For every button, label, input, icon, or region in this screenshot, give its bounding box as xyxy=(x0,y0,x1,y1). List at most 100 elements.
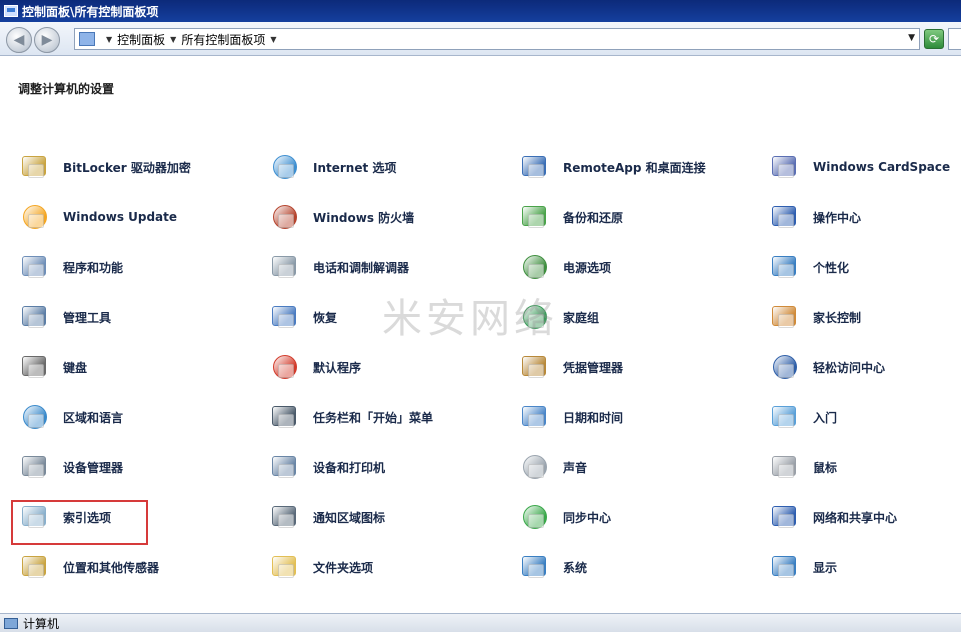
control-panel-item-label: 鼠标 xyxy=(813,460,838,475)
control-panel-item-label: Internet 选项 xyxy=(313,160,397,175)
control-panel-item[interactable]: 声音 xyxy=(518,447,758,487)
region-language-icon xyxy=(18,400,52,434)
sound-speaker-icon xyxy=(518,450,552,484)
control-panel-item[interactable]: 个性化 xyxy=(768,247,961,287)
chevron-down-icon[interactable]: ▼ xyxy=(106,35,112,44)
control-panel-item[interactable]: 电源选项 xyxy=(518,247,758,287)
control-panel-item[interactable]: 键盘 xyxy=(18,347,258,387)
ease-of-access-icon xyxy=(768,350,802,384)
control-panel-item-label: 任务栏和「开始」菜单 xyxy=(313,410,434,425)
control-panel-item[interactable]: RemoteApp 和桌面连接 xyxy=(518,147,758,187)
control-panel-item-label: Windows 防火墙 xyxy=(313,210,415,225)
control-panel-item[interactable]: 家庭组 xyxy=(518,297,758,337)
control-panel-item-label: 家长控制 xyxy=(813,310,862,325)
default-programs-icon xyxy=(268,350,302,384)
control-panel-item-label: 入门 xyxy=(813,410,838,425)
power-options-icon xyxy=(518,250,552,284)
control-panel-item[interactable]: 显示 xyxy=(768,547,961,587)
control-panel-item[interactable]: 程序和功能 xyxy=(18,247,258,287)
control-panel-item[interactable]: 系统 xyxy=(518,547,758,587)
notification-area-icon xyxy=(268,500,302,534)
content-pane: 调整计算机的设置 BitLocker 驱动器加密 Internet 选项 Remot… xyxy=(0,57,961,613)
control-panel-item-label: 程序和功能 xyxy=(63,260,124,275)
cardspace-icon xyxy=(768,150,802,184)
control-panel-item-label: 操作中心 xyxy=(813,210,862,225)
control-panel-item[interactable]: 设备管理器 xyxy=(18,447,258,487)
display-icon xyxy=(768,550,802,584)
date-time-icon xyxy=(518,400,552,434)
status-bar: 计算机 xyxy=(0,613,961,632)
chevron-down-icon[interactable]: ▼ xyxy=(270,35,276,44)
globe-checklist-icon xyxy=(268,150,302,184)
address-dropdown-button[interactable]: ▼ xyxy=(908,33,915,43)
control-panel-item-label: 网络和共享中心 xyxy=(813,510,898,525)
control-panel-item-label: 设备管理器 xyxy=(63,460,124,475)
control-panel-item[interactable]: 管理工具 xyxy=(18,297,258,337)
control-panel-item[interactable]: 同步中心 xyxy=(518,497,758,537)
backup-restore-icon xyxy=(518,200,552,234)
control-panel-item[interactable]: 日期和时间 xyxy=(518,397,758,437)
back-button[interactable]: ◀ xyxy=(6,27,32,53)
remote-desktop-icon xyxy=(518,150,552,184)
control-panel-item-label: BitLocker 驱动器加密 xyxy=(63,160,191,175)
control-panel-item[interactable]: 位置和其他传感器 xyxy=(18,547,258,587)
address-bar[interactable]: ▼ 控制面板 ▼ 所有控制面板项 ▼ ▼ xyxy=(74,28,920,50)
control-panel-item[interactable]: 网络和共享中心 xyxy=(768,497,961,537)
control-panel-item[interactable]: 电话和调制解调器 xyxy=(268,247,508,287)
control-panel-item[interactable]: 家长控制 xyxy=(768,297,961,337)
device-manager-icon xyxy=(18,450,52,484)
control-panel-item[interactable]: 恢复 xyxy=(268,297,508,337)
control-panel-item[interactable]: Internet 选项 xyxy=(268,147,508,187)
control-panel-item-label: 设备和打印机 xyxy=(313,460,386,475)
control-panel-item[interactable]: 任务栏和「开始」菜单 xyxy=(268,397,508,437)
control-panel-item[interactable]: 通知区域图标 xyxy=(268,497,508,537)
control-panel-item[interactable]: 轻松访问中心 xyxy=(768,347,961,387)
control-panel-item[interactable]: 默认程序 xyxy=(268,347,508,387)
chevron-down-icon[interactable]: ▼ xyxy=(170,35,176,44)
control-panel-item-label: 声音 xyxy=(563,460,588,475)
control-panel-item[interactable]: 区域和语言 xyxy=(18,397,258,437)
breadcrumb: ▼ 控制面板 ▼ 所有控制面板项 ▼ xyxy=(101,31,282,48)
control-panel-item[interactable]: 鼠标 xyxy=(768,447,961,487)
refresh-button[interactable]: ⟳ xyxy=(924,29,944,49)
firewall-icon xyxy=(268,200,302,234)
control-panel-item-label: 键盘 xyxy=(63,360,88,375)
control-panel-item[interactable]: BitLocker 驱动器加密 xyxy=(18,147,258,187)
recovery-icon xyxy=(268,300,302,334)
status-text: 计算机 xyxy=(23,616,60,631)
control-panel-item[interactable]: 操作中心 xyxy=(768,197,961,237)
control-panel-item-label: 默认程序 xyxy=(313,360,362,375)
control-panel-item[interactable]: 设备和打印机 xyxy=(268,447,508,487)
bitlocker-key-icon xyxy=(18,150,52,184)
sync-center-icon xyxy=(518,500,552,534)
control-panel-item[interactable]: 凭据管理器 xyxy=(518,347,758,387)
control-panel-item-label: 恢复 xyxy=(313,310,338,325)
control-panel-item[interactable]: Windows CardSpace xyxy=(768,147,961,187)
control-panel-item[interactable]: 入门 xyxy=(768,397,961,437)
control-panel-item-label: 同步中心 xyxy=(563,510,612,525)
phone-modem-icon xyxy=(268,250,302,284)
control-panel-item-label: 显示 xyxy=(813,560,838,575)
folder-options-icon xyxy=(268,550,302,584)
search-input[interactable] xyxy=(948,28,961,50)
personalization-icon xyxy=(768,250,802,284)
control-panel-item[interactable]: 备份和还原 xyxy=(518,197,758,237)
control-panel-item[interactable]: 文件夹选项 xyxy=(268,547,508,587)
breadcrumb-all-items[interactable]: 所有控制面板项 xyxy=(181,31,265,48)
control-panel-item-label: 位置和其他传感器 xyxy=(63,560,160,575)
mouse-icon xyxy=(768,450,802,484)
control-panel-item-label: 区域和语言 xyxy=(63,410,124,425)
control-panel-item-label: Windows Update xyxy=(63,210,178,224)
devices-printers-icon xyxy=(268,450,302,484)
navigation-bar: ◀ ▶ ▼ 控制面板 ▼ 所有控制面板项 ▼ ▼ ⟳ xyxy=(0,22,961,56)
programs-icon xyxy=(18,250,52,284)
control-panel-item-label: 文件夹选项 xyxy=(313,560,374,575)
control-panel-item-label: 电源选项 xyxy=(563,260,612,275)
control-panel-item[interactable]: Windows Update xyxy=(18,197,258,237)
control-panel-item-label: 家庭组 xyxy=(563,310,600,325)
breadcrumb-control-panel[interactable]: 控制面板 xyxy=(117,31,165,48)
control-panel-item[interactable]: Windows 防火墙 xyxy=(268,197,508,237)
windows-update-icon xyxy=(18,200,52,234)
forward-button[interactable]: ▶ xyxy=(34,27,60,53)
homegroup-icon xyxy=(518,300,552,334)
